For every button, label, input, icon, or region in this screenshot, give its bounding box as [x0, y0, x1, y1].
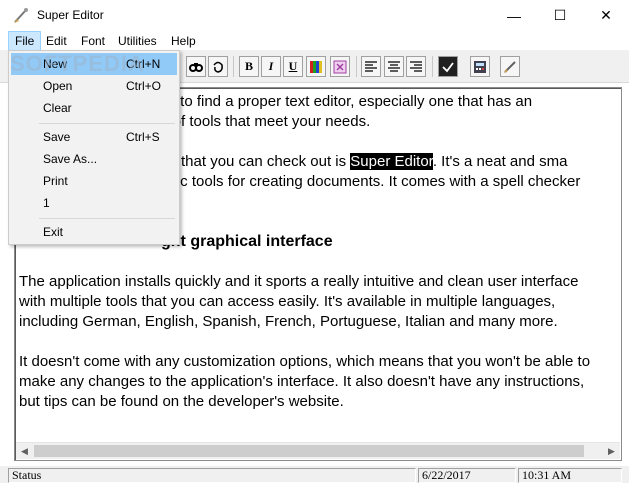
menu-item-save[interactable]: Save Ctrl+S — [11, 126, 177, 148]
close-button[interactable]: ✕ — [583, 0, 629, 31]
align-left-icon — [365, 60, 377, 72]
menu-item-print[interactable]: Print — [11, 170, 177, 192]
selected-text: Super Editor — [350, 153, 433, 170]
calculator-icon — [474, 60, 486, 73]
find-icon — [189, 62, 203, 72]
text-line: The application installs quickly and it … — [19, 273, 579, 290]
menu-item-recent-1[interactable]: 1 — [11, 192, 177, 214]
menu-edit[interactable]: Edit — [40, 31, 73, 51]
scroll-right-arrow-icon[interactable]: ▶ — [603, 443, 620, 460]
align-right-button[interactable] — [406, 56, 426, 77]
highlight-icon — [333, 60, 347, 73]
text-segment: . It's a neat and sma — [432, 153, 568, 170]
menu-item-label: 1 — [43, 196, 50, 210]
toolbar-separator — [233, 56, 234, 77]
calculator-button[interactable] — [470, 56, 490, 77]
menu-separator — [39, 123, 175, 124]
status-date: 6/22/2017 — [418, 468, 516, 483]
status-time: 10:31 AM — [518, 468, 622, 483]
spell-check-button[interactable] — [208, 56, 228, 77]
menu-item-save-as[interactable]: Save As... — [11, 148, 177, 170]
menu-item-open[interactable]: Open Ctrl+O — [11, 75, 177, 97]
scroll-left-arrow-icon[interactable]: ◀ — [16, 443, 33, 460]
window-title: Super Editor — [37, 8, 104, 22]
menu-item-label: New — [43, 57, 68, 71]
menu-help[interactable]: Help — [165, 31, 202, 51]
align-center-icon — [388, 60, 400, 72]
minimize-button[interactable]: — — [491, 0, 537, 31]
menu-item-clear[interactable]: Clear — [11, 97, 177, 119]
menu-bar: File Edit Font Utilities Help — [0, 31, 629, 51]
toolbar-separator — [432, 56, 433, 77]
highlight-button[interactable] — [330, 56, 350, 77]
menu-item-label: Exit — [43, 225, 64, 239]
find-button[interactable] — [186, 56, 206, 77]
menu-item-shortcut: Ctrl+O — [126, 79, 162, 93]
italic-button[interactable]: I — [261, 56, 281, 77]
brush-icon — [504, 60, 516, 73]
menu-font[interactable]: Font — [75, 31, 111, 51]
menu-separator — [39, 218, 175, 219]
menu-item-shortcut: Ctrl+S — [126, 130, 160, 144]
spell-check-icon — [213, 61, 223, 73]
select-all-button[interactable] — [438, 56, 458, 77]
align-left-button[interactable] — [361, 56, 381, 77]
menu-item-label: Save — [43, 130, 71, 144]
bold-icon: B — [244, 59, 253, 73]
status-text: Status — [8, 468, 416, 483]
checkmark-icon — [442, 61, 454, 72]
menu-item-label: Open — [43, 79, 73, 93]
file-menu-dropdown: New Ctrl+N Open Ctrl+O Clear Save Ctrl+S… — [8, 50, 180, 245]
text-line: but tips can be found on the developer's… — [19, 393, 344, 410]
text-line: with multiple tools that you can access … — [19, 293, 556, 310]
close-icon: ✕ — [600, 7, 612, 23]
text-line: including German, English, Spanish, Fren… — [19, 313, 558, 330]
bold-button[interactable]: B — [239, 56, 259, 77]
text-segment: ns that you can check out is — [161, 153, 351, 170]
menu-item-label: Clear — [43, 101, 72, 115]
menu-item-label: Print — [43, 174, 68, 188]
text-line: It doesn't come with any customization o… — [19, 353, 591, 370]
underline-icon: U — [288, 59, 298, 73]
color-icon — [310, 60, 322, 73]
toolbar-separator — [356, 56, 357, 77]
underline-button[interactable]: U — [283, 56, 303, 77]
font-color-button[interactable] — [306, 56, 326, 77]
align-right-icon — [410, 60, 422, 72]
italic-icon: I — [268, 59, 274, 73]
menu-item-exit[interactable]: Exit — [11, 221, 177, 243]
status-bar: Status 6/22/2017 10:31 AM — [0, 466, 629, 483]
menu-utilities[interactable]: Utilities — [112, 31, 163, 51]
scrollbar-thumb[interactable] — [34, 445, 584, 457]
title-bar: Super Editor — ☐ ✕ — [0, 0, 629, 31]
minimize-icon: — — [507, 7, 521, 24]
menu-item-label: Save As... — [43, 152, 98, 166]
app-brush-icon — [14, 8, 28, 23]
brush-button[interactable] — [500, 56, 520, 77]
menu-item-shortcut: Ctrl+N — [126, 57, 161, 71]
maximize-button[interactable]: ☐ — [537, 0, 583, 31]
maximize-icon: ☐ — [553, 7, 567, 23]
horizontal-scrollbar[interactable]: ◀ ▶ — [16, 442, 620, 459]
menu-item-new[interactable]: New Ctrl+N — [11, 53, 177, 75]
align-center-button[interactable] — [384, 56, 404, 77]
text-line: make any changes to the application's in… — [19, 373, 585, 390]
menu-file[interactable]: File — [8, 31, 42, 51]
